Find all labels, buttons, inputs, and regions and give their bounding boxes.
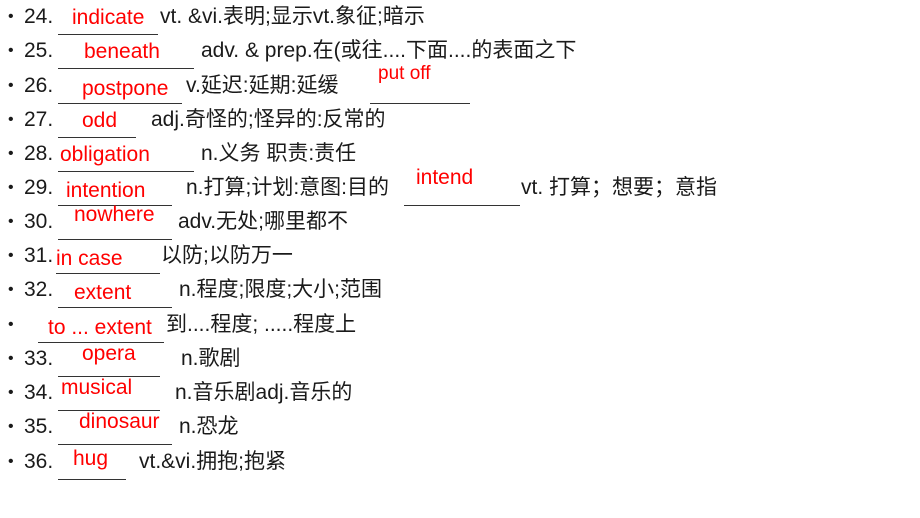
- answer-text: hug: [73, 447, 109, 470]
- definition-text: vt.&vi.拥抱;抱紧: [139, 450, 287, 473]
- item-number: 27.: [24, 108, 54, 131]
- bullet-icon: •: [8, 281, 14, 298]
- answer-text: in case: [56, 247, 123, 270]
- definition-text: n.音乐剧adj.音乐的: [175, 381, 353, 404]
- item-number: 30.: [24, 210, 54, 233]
- item-number: 34.: [24, 381, 54, 404]
- answer-text: dinosaur: [79, 410, 160, 433]
- answer-text: beneath: [84, 40, 160, 63]
- definition-text: n.歌剧: [181, 347, 241, 370]
- item-number: 36.: [24, 450, 54, 473]
- answer-text: obligation: [60, 143, 150, 166]
- definition-text: adj.奇怪的;怪异的:反常的: [151, 108, 386, 131]
- item-number: 32.: [24, 278, 54, 301]
- item-number: 24.: [24, 5, 54, 28]
- bullet-icon: •: [8, 111, 14, 128]
- answer-text: odd: [82, 109, 118, 132]
- answer-text: extent: [74, 281, 132, 304]
- extra-answer-text: put off: [378, 63, 431, 84]
- bullet-icon: •: [8, 213, 14, 230]
- bullet-icon: •: [8, 418, 14, 435]
- bullet-icon: •: [8, 316, 14, 333]
- item-number: 29.: [24, 176, 54, 199]
- definition-text: n.义务 职责:责任: [201, 142, 357, 165]
- item-number: 25.: [24, 39, 54, 62]
- bullet-icon: •: [8, 384, 14, 401]
- extra-definition-text: vt. 打算；想要；意指: [521, 176, 718, 199]
- bullet-icon: •: [8, 350, 14, 367]
- bullet-icon: •: [8, 145, 14, 162]
- bullet-icon: •: [8, 42, 14, 59]
- definition-text: 到....程度; .....程度上: [166, 313, 357, 336]
- answer-text: intention: [66, 179, 146, 202]
- answer-text: musical: [61, 376, 133, 399]
- definition-text: vt. &vi.表明;显示vt.象征;暗示: [160, 5, 425, 28]
- bullet-icon: •: [8, 247, 14, 264]
- answer-text: indicate: [72, 6, 145, 29]
- answer-text: postpone: [82, 77, 169, 100]
- answer-text: to ... extent: [48, 316, 152, 339]
- bullet-icon: •: [8, 8, 14, 25]
- answer-text: opera: [82, 342, 136, 365]
- item-number: 28.: [24, 142, 54, 165]
- definition-text: n.程度;限度;大小;范围: [179, 278, 383, 301]
- item-number: 31.: [24, 244, 54, 267]
- item-number: 26.: [24, 74, 54, 97]
- bullet-icon: •: [8, 179, 14, 196]
- bullet-icon: •: [8, 77, 14, 94]
- definition-text: adv.无处;哪里都不: [178, 210, 348, 233]
- answer-text: nowhere: [74, 203, 155, 226]
- bullet-icon: •: [8, 453, 14, 470]
- extra-answer-text: intend: [416, 166, 474, 189]
- definition-text: 以防;以防万一: [161, 244, 293, 267]
- definition-text: n.打算;计划:意图:目的: [186, 176, 390, 199]
- definition-text: n.恐龙: [179, 415, 239, 438]
- item-number: 35.: [24, 415, 54, 438]
- definition-text: v.延迟:延期:延缓: [186, 74, 339, 97]
- item-number: 33.: [24, 347, 54, 370]
